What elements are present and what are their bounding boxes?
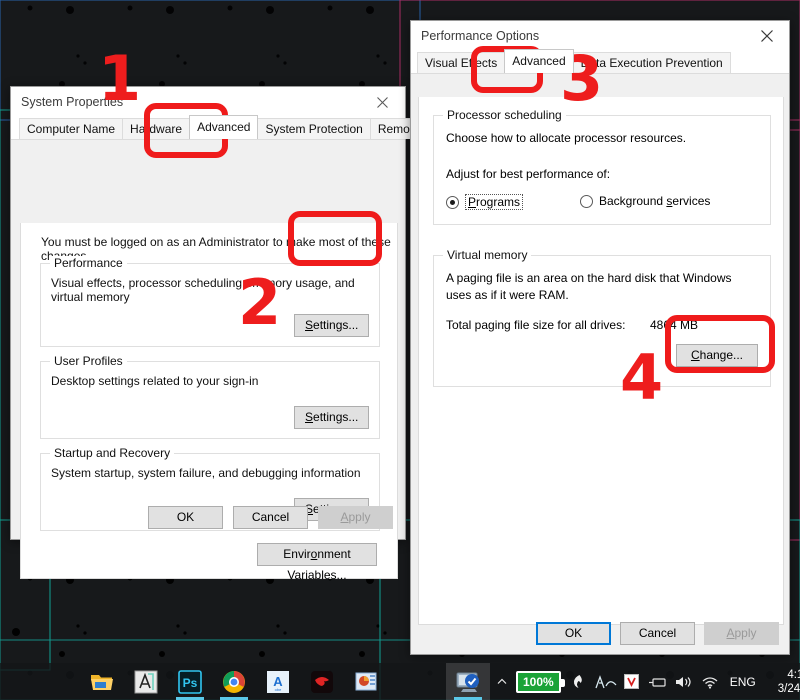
startup-recovery-group-label: Startup and Recovery [50,446,175,460]
virtual-memory-description: A paging file is an area on the hard dis… [446,271,732,302]
change-button-accel: C [690,348,700,362]
taskbar[interactable]: Ps A obe 100% ENG 4: 3/24 [0,663,800,700]
user-profiles-settings-button[interactable]: Settings... [294,406,369,429]
sysprops-cancel-button[interactable]: Cancel [233,506,308,529]
sysprops-apply-label: pply [348,510,371,524]
taskbar-item-file-explorer[interactable] [80,663,124,700]
sysprops-apply-accel: A [340,510,349,524]
processor-scheduling-description: Choose how to allocate processor resourc… [446,131,687,145]
system-properties-footer: OK Cancel Apply [11,506,407,529]
radio-background-services[interactable]: Background services [580,194,710,208]
desktop-screen: System Properties Computer Name Hardware… [0,0,800,700]
paging-total-label: Total paging file size for all drives: [446,318,626,332]
virtual-memory-change-button[interactable]: Change... [676,344,758,367]
system-properties-dialog[interactable]: System Properties Computer Name Hardware… [10,86,428,582]
taskbar-item-system-properties-window[interactable] [446,663,490,700]
performance-options-footer: OK Cancel Apply [411,622,791,645]
system-properties-titlebar[interactable]: System Properties [11,87,405,117]
performance-options-tabstrip[interactable]: Visual Effects Advanced Data Execution P… [411,49,789,74]
performance-options-titlebar[interactable]: Performance Options [411,21,789,51]
graph-icon[interactable] [594,663,618,700]
system-properties-tabstrip[interactable]: Computer Name Hardware Advanced System P… [11,115,428,140]
close-icon[interactable] [360,87,405,117]
user-profiles-settings-label: ettings... [313,410,359,424]
performance-group: Performance Visual effects, processor sc… [40,256,380,347]
performance-group-description: Visual effects, processor scheduling, me… [51,276,355,304]
tab-po-advanced[interactable]: Advanced [504,49,574,73]
system-properties-window-icon [456,672,479,692]
performance-settings-button[interactable]: Settings... [294,314,369,337]
user-profiles-group: User Profiles Desktop settings related t… [40,354,380,439]
radio-background-services-indicator[interactable] [580,194,593,208]
flame-icon[interactable] [568,663,592,700]
tab-visual-effects[interactable]: Visual Effects [417,52,506,73]
volume-icon[interactable] [672,663,696,700]
po-apply-label: pply [734,626,757,640]
usb-icon[interactable] [646,663,670,700]
system-properties-title: System Properties [21,95,124,109]
virtual-memory-group: Virtual memory A paging file is an area … [433,248,771,387]
clock-time: 4:15 [787,668,800,681]
po-ok-button[interactable]: OK [536,622,611,645]
garena-icon [311,670,333,693]
tab-advanced[interactable]: Advanced [189,115,259,139]
v-app-icon[interactable] [620,663,644,700]
close-icon[interactable] [744,21,789,51]
taskbar-item-google-chrome[interactable] [212,663,256,700]
po-cancel-button[interactable]: Cancel [620,622,695,645]
radio-programs-indicator[interactable] [446,195,459,209]
taskbar-item-autocad[interactable] [124,663,168,700]
user-profiles-settings-accel: S [305,410,314,424]
radio-background-services-label: Background services [599,194,711,208]
taskbar-item-powerpoint[interactable] [344,663,388,700]
taskbar-items: Ps A obe [0,663,490,700]
clock-date: 3/24/2 [777,682,800,695]
user-profiles-group-label: User Profiles [50,354,127,368]
battery-status-badge[interactable]: 100% [516,670,565,693]
language-indicator[interactable]: ENG [724,675,762,689]
chevron-up-icon[interactable] [490,663,514,700]
po-apply-button: Apply [704,622,779,645]
google-chrome-icon [223,670,245,693]
wifi-icon[interactable] [698,663,722,700]
taskbar-item-photoshop[interactable]: Ps [168,663,212,700]
performance-settings-accel: S [305,318,314,332]
clock[interactable]: 4:15 3/24/2 [764,668,800,696]
environment-variables-button[interactable]: Environment Variables... [257,543,377,582]
user-profiles-description: Desktop settings related to your sign-in [51,374,259,388]
performance-options-dialog[interactable]: Performance Options Visual Effects Advan… [410,20,790,655]
sysprops-apply-button: Apply [318,506,393,529]
performance-options-title: Performance Options [421,29,540,43]
svg-text:Ps: Ps [183,676,198,690]
radio-programs-label: Programs [465,194,524,210]
sysprops-ok-button[interactable]: OK [148,506,223,529]
po-apply-accel: A [726,626,735,640]
taskbar-item-adobe-acrobat[interactable]: A obe [256,663,300,700]
paging-total-value: 4864 MB [650,318,699,332]
photoshop-icon: Ps [178,669,202,694]
processor-scheduling-prompt: Adjust for best performance of: [446,167,611,181]
tab-system-protection[interactable]: System Protection [257,118,371,139]
taskbar-item-garena[interactable] [300,663,344,700]
environment-variables-label-a: Envir [283,547,311,561]
tab-data-execution-prevention[interactable]: Data Execution Prevention [572,52,731,73]
virtual-memory-label: Virtual memory [443,248,532,262]
file-explorer-icon [91,674,113,690]
autocad-icon [134,670,158,693]
performance-group-label: Performance [50,256,127,270]
tab-hardware[interactable]: Hardware [122,118,191,139]
processor-scheduling-group: Processor scheduling Choose how to alloc… [433,108,771,225]
system-tray[interactable]: 100% ENG 4:15 3/24/2 [490,663,800,700]
startup-recovery-description: System startup, system failure, and debu… [51,466,361,480]
processor-scheduling-label: Processor scheduling [443,108,566,122]
svg-text:obe: obe [275,687,282,692]
radio-programs[interactable]: Programs [446,194,524,210]
performance-options-tabpanel: Processor scheduling Choose how to alloc… [418,97,784,625]
tab-computer-name[interactable]: Computer Name [19,118,124,139]
powerpoint-icon [355,672,377,690]
performance-settings-label: ettings... [313,318,359,332]
adobe-acrobat-icon: A obe [267,670,289,693]
change-button-label: hange... [699,348,744,362]
